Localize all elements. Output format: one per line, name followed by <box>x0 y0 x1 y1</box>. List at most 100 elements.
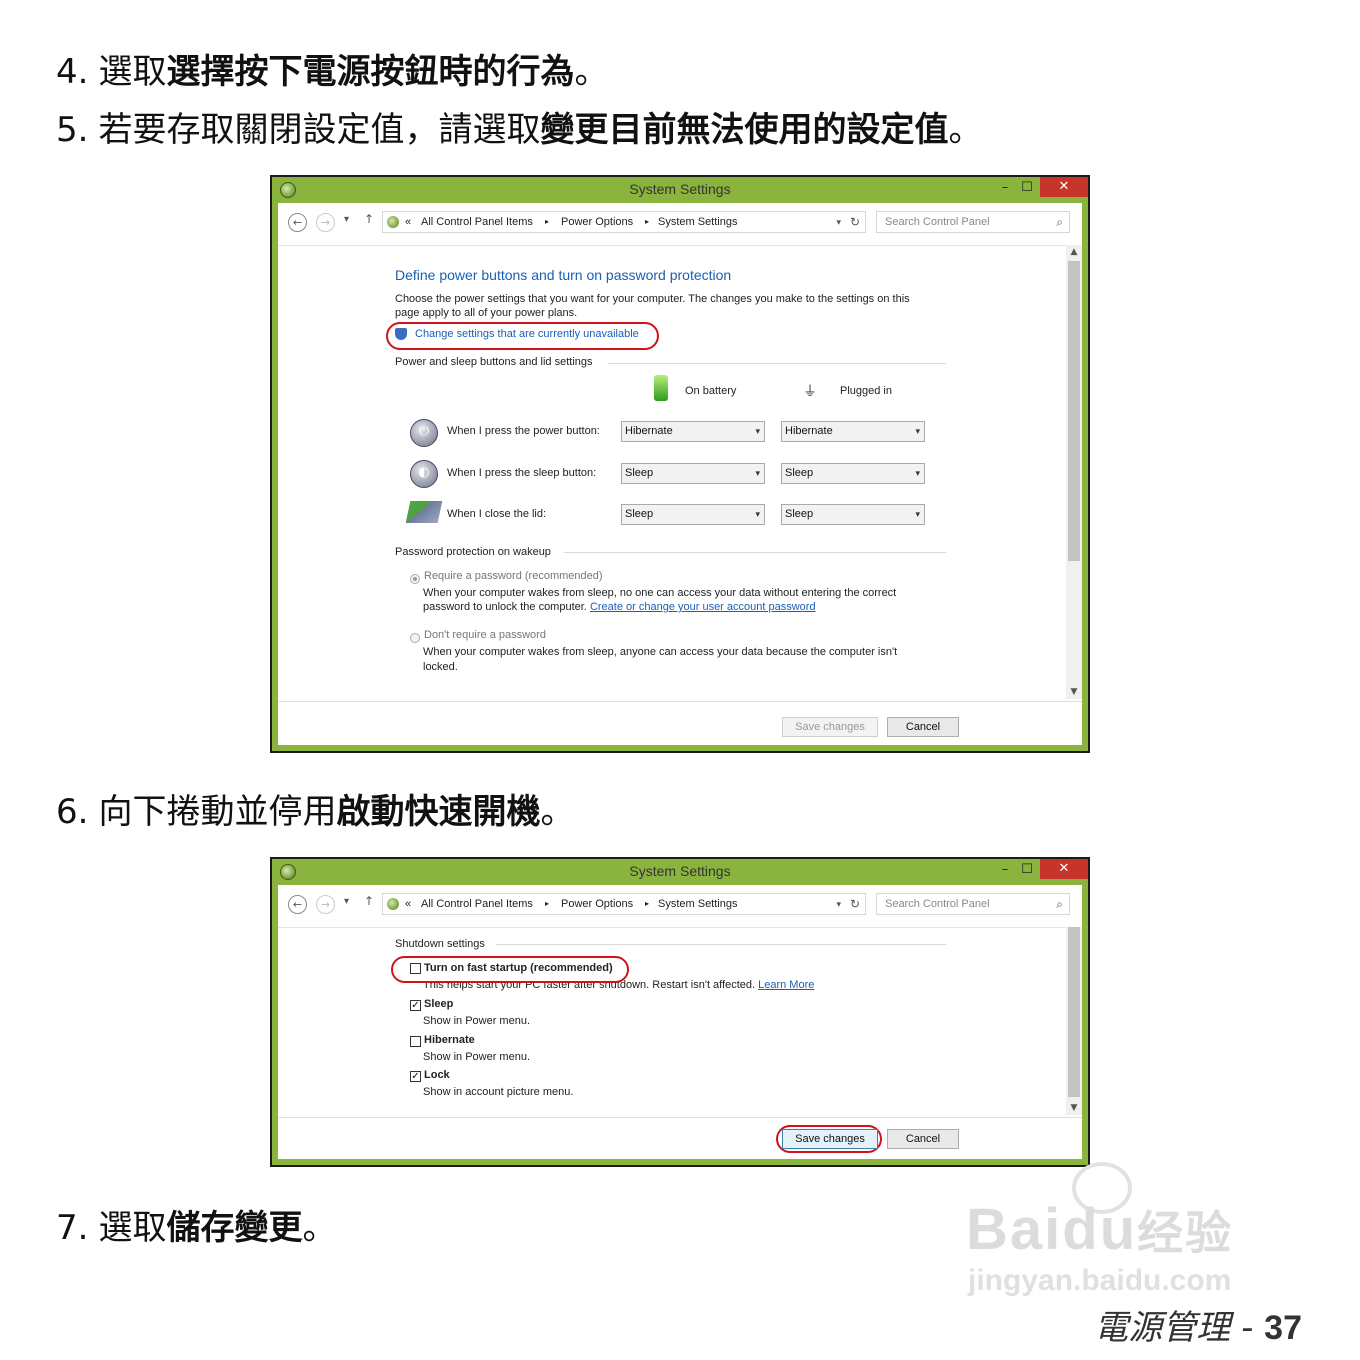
recent-dropdown-icon[interactable]: ▾ <box>344 214 349 225</box>
maximize-button[interactable]: ☐ <box>1016 179 1038 197</box>
minimize-button[interactable]: – <box>994 861 1016 879</box>
up-arrow-icon[interactable]: ↑ <box>364 212 374 226</box>
back-arrow-icon[interactable]: ← <box>288 213 307 232</box>
breadcrumb-overflow[interactable]: « <box>405 894 411 914</box>
sleep-button-battery-select[interactable]: Sleep ▾ <box>621 463 765 484</box>
description-line-2: page apply to all of your power plans. <box>395 307 578 319</box>
step-number: 5. <box>56 110 89 150</box>
address-bar[interactable]: « All Control Panel Items ▸ Power Option… <box>382 893 866 915</box>
uac-shield-icon <box>395 328 407 340</box>
sleep-checkbox[interactable]: ✓ <box>410 1000 421 1011</box>
breadcrumb-chevron-icon[interactable]: ▸ <box>645 212 649 232</box>
footer-dash: - <box>1230 1308 1265 1348</box>
chevron-down-icon: ▾ <box>915 509 920 519</box>
sleep-label: Sleep <box>424 998 454 1010</box>
chevron-down-icon: ▾ <box>915 426 920 436</box>
require-password-radio[interactable] <box>410 574 420 584</box>
address-bar[interactable]: « All Control Panel Items ▸ Power Option… <box>382 211 866 233</box>
breadcrumb-chevron-icon[interactable]: ▸ <box>545 894 549 914</box>
create-password-link[interactable]: Create or change your user account passw… <box>590 601 816 613</box>
scroll-down-icon[interactable]: ▼ <box>1066 1101 1082 1115</box>
scroll-up-icon[interactable]: ▲ <box>1066 245 1082 259</box>
hibernate-checkbox[interactable] <box>410 1036 421 1047</box>
breadcrumb-system-settings[interactable]: System Settings <box>658 894 737 914</box>
minimize-button[interactable]: – <box>994 179 1016 197</box>
breadcrumb-all-items[interactable]: All Control Panel Items <box>421 894 533 914</box>
change-settings-link[interactable]: Change settings that are currently unava… <box>415 328 639 340</box>
close-button[interactable]: ✕ <box>1040 177 1088 197</box>
address-dropdown-icon[interactable]: ▾ <box>836 894 841 914</box>
footer-separator <box>278 701 1082 702</box>
address-dropdown-icon[interactable]: ▾ <box>836 212 841 232</box>
window-title: System Settings <box>629 181 731 197</box>
search-icon[interactable]: ⌕ <box>1056 212 1063 232</box>
step-text: 向下捲動並停用 <box>98 792 337 832</box>
sleep-desc: Show in Power menu. <box>423 1015 530 1027</box>
back-arrow-icon[interactable]: ← <box>288 895 307 914</box>
system-settings-window-1: System Settings – ☐ ✕ ← → ▾ ↑ « All Cont… <box>270 175 1090 753</box>
search-input[interactable]: Search Control Panel ⌕ <box>876 893 1070 915</box>
title-bar[interactable]: System Settings – ☐ ✕ <box>272 859 1088 885</box>
step-4: 4. 選取選擇按下電源按鈕時的行為。 <box>56 52 608 92</box>
row-label-close-lid: When I close the lid: <box>447 508 547 520</box>
step-punct: 。 <box>948 110 983 150</box>
up-arrow-icon[interactable]: ↑ <box>364 894 374 908</box>
title-bar[interactable]: System Settings – ☐ ✕ <box>272 177 1088 203</box>
scroll-thumb[interactable] <box>1068 261 1080 561</box>
power-button-battery-select[interactable]: Hibernate ▾ <box>621 421 765 442</box>
step-emphasis: 選擇按下電源按鈕時的行為 <box>166 52 575 92</box>
no-password-radio[interactable] <box>410 633 420 643</box>
group-heading-password: Password protection on wakeup <box>395 546 551 558</box>
close-button[interactable]: ✕ <box>1040 859 1088 879</box>
refresh-icon[interactable]: ↻ <box>850 212 860 232</box>
scroll-thumb[interactable] <box>1068 927 1080 1097</box>
save-changes-button[interactable]: Save changes <box>782 1129 878 1149</box>
maximize-button[interactable]: ☐ <box>1016 861 1038 879</box>
control-panel-icon <box>387 216 399 228</box>
learn-more-link[interactable]: Learn More <box>758 979 814 991</box>
vertical-scrollbar[interactable]: ▲ ▼ <box>1066 245 1082 699</box>
close-lid-battery-select[interactable]: Sleep ▾ <box>621 504 765 525</box>
lock-checkbox[interactable]: ✓ <box>410 1071 421 1082</box>
breadcrumb-chevron-icon[interactable]: ▸ <box>545 212 549 232</box>
search-icon[interactable]: ⌕ <box>1056 894 1063 914</box>
breadcrumb-chevron-icon[interactable]: ▸ <box>645 894 649 914</box>
cancel-button[interactable]: Cancel <box>887 717 959 737</box>
step-6: 6. 向下捲動並停用啟動快速開機。 <box>56 792 574 832</box>
scroll-down-icon[interactable]: ▼ <box>1066 685 1082 699</box>
select-value: Sleep <box>785 508 814 520</box>
control-panel-icon <box>387 898 399 910</box>
page-footer: 電源管理 - 37 <box>1094 1300 1302 1349</box>
breadcrumb-power-options[interactable]: Power Options <box>561 212 633 232</box>
address-toolbar: ← → ▾ ↑ « All Control Panel Items ▸ Powe… <box>278 203 1082 246</box>
breadcrumb-all-items[interactable]: All Control Panel Items <box>421 212 533 232</box>
close-lid-plugged-select[interactable]: Sleep ▾ <box>781 504 925 525</box>
lock-desc: Show in account picture menu. <box>423 1086 574 1098</box>
no-password-desc-1: When your computer wakes from sleep, any… <box>423 646 898 658</box>
chevron-down-icon: ▾ <box>915 468 920 478</box>
breadcrumb-overflow[interactable]: « <box>405 212 411 232</box>
step-5: 5. 若要存取關閉設定值，請選取變更目前無法使用的設定值。 <box>56 110 982 150</box>
forward-arrow-icon[interactable]: → <box>316 895 335 914</box>
group-heading-power-buttons: Power and sleep buttons and lid settings <box>395 356 593 368</box>
forward-arrow-icon[interactable]: → <box>316 213 335 232</box>
select-value: Sleep <box>785 467 814 479</box>
power-button-plugged-select[interactable]: Hibernate ▾ <box>781 421 925 442</box>
require-password-desc-2: password to unlock the computer. Create … <box>423 601 816 613</box>
refresh-icon[interactable]: ↻ <box>850 894 860 914</box>
step-punct: 。 <box>574 52 609 92</box>
save-changes-button[interactable]: Save changes <box>782 717 878 737</box>
fast-startup-checkbox[interactable] <box>410 963 421 974</box>
breadcrumb-power-options[interactable]: Power Options <box>561 894 633 914</box>
vertical-scrollbar[interactable]: ▼ <box>1066 927 1082 1115</box>
breadcrumb-system-settings[interactable]: System Settings <box>658 212 737 232</box>
step-text: 若要存取關閉設定值，請選取 <box>98 110 541 150</box>
battery-icon <box>654 375 668 401</box>
search-placeholder: Search Control Panel <box>885 898 990 910</box>
search-input[interactable]: Search Control Panel ⌕ <box>876 211 1070 233</box>
sleep-button-plugged-select[interactable]: Sleep ▾ <box>781 463 925 484</box>
watermark-url: jingyan.baidu.com <box>968 1264 1232 1297</box>
sleep-button-icon: ◐ <box>410 460 438 488</box>
cancel-button[interactable]: Cancel <box>887 1129 959 1149</box>
recent-dropdown-icon[interactable]: ▾ <box>344 896 349 907</box>
